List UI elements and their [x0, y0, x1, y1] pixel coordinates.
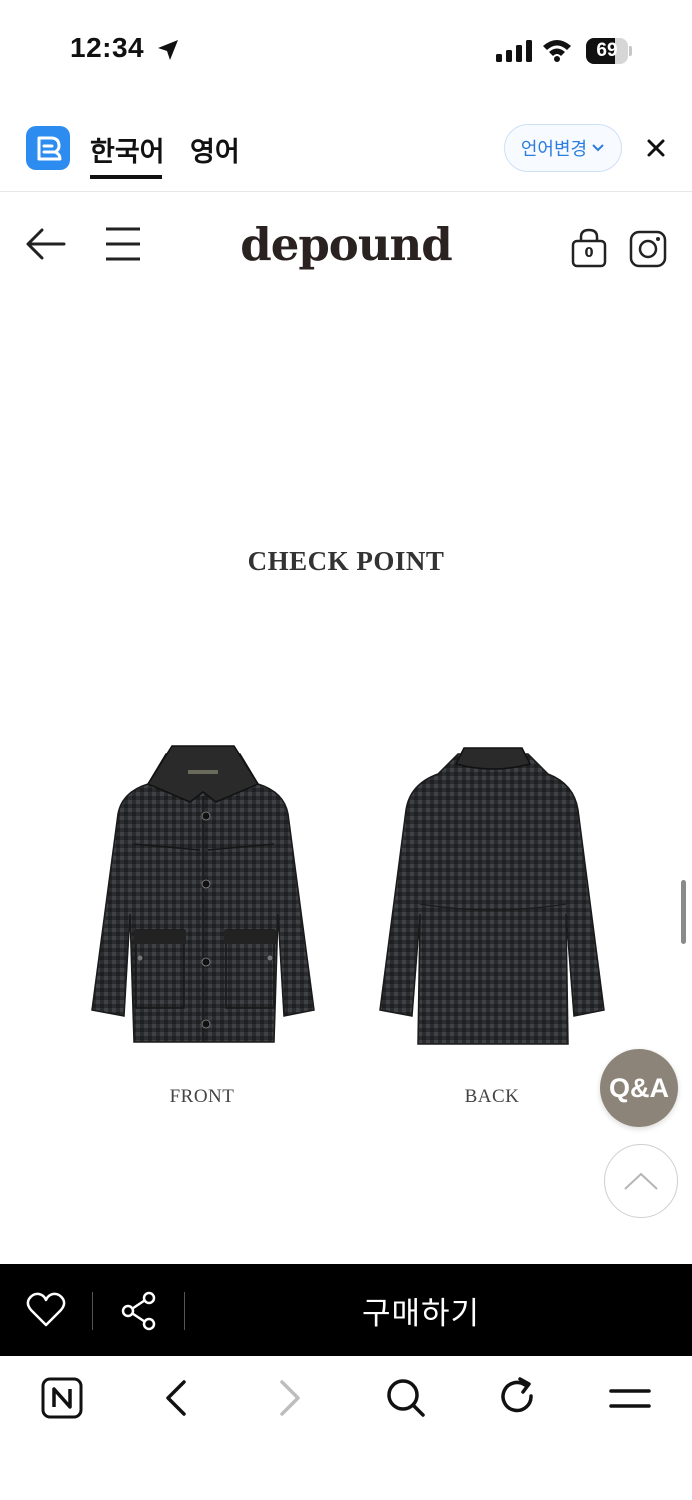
- purchase-bar: 구매하기: [0, 1264, 692, 1356]
- qa-label: Q&A: [609, 1072, 669, 1103]
- tab-english[interactable]: 영어: [190, 130, 240, 169]
- chevron-down-icon: [592, 144, 604, 152]
- close-icon[interactable]: [640, 132, 672, 164]
- naver-home-icon[interactable]: [40, 1376, 84, 1420]
- translator-logo-icon: [26, 126, 70, 170]
- location-arrow-icon: [158, 40, 178, 60]
- browser-menu-icon[interactable]: [608, 1376, 652, 1420]
- reload-icon[interactable]: [496, 1376, 540, 1420]
- buy-button[interactable]: 구매하기: [186, 1288, 656, 1333]
- back-caption: BACK: [464, 1086, 520, 1107]
- jacket-front-image[interactable]: [88, 744, 318, 1048]
- status-bar: 12:34 69: [0, 0, 692, 100]
- translate-bar: 한국어 영어 언어변경: [0, 108, 692, 192]
- section-title: CHECK POINT: [247, 546, 445, 576]
- cart-count: 0: [584, 246, 594, 261]
- front-caption: FRONT: [169, 1086, 235, 1107]
- site-header: depound 0: [0, 192, 692, 302]
- scrollbar-thumb[interactable]: [681, 880, 686, 944]
- change-language-button[interactable]: 언어변경: [504, 124, 622, 172]
- heart-icon[interactable]: [26, 1292, 66, 1328]
- battery-percent: 69: [596, 40, 618, 61]
- browser-forward-icon: [280, 1380, 300, 1416]
- scroll-to-top-button[interactable]: [604, 1144, 678, 1218]
- chevron-up-icon: [624, 1172, 658, 1190]
- divider: [184, 1292, 185, 1330]
- active-tab-indicator: [90, 175, 162, 179]
- battery-icon: 69: [586, 38, 632, 64]
- tab-korean[interactable]: 한국어: [90, 130, 165, 169]
- divider: [92, 1292, 93, 1330]
- status-time: 12:34: [70, 32, 145, 63]
- browser-back-icon[interactable]: [162, 1376, 190, 1420]
- change-language-label: 언어변경: [520, 139, 588, 160]
- jacket-back-image[interactable]: [378, 744, 608, 1048]
- shopping-bag-icon[interactable]: 0: [570, 228, 608, 268]
- signal-icon: [496, 40, 532, 62]
- instagram-icon[interactable]: [629, 230, 667, 268]
- share-icon[interactable]: [120, 1291, 158, 1331]
- browser-nav-bar: [0, 1356, 692, 1500]
- qa-button[interactable]: Q&A: [600, 1049, 678, 1127]
- search-icon[interactable]: [384, 1376, 428, 1420]
- wifi-icon: [543, 40, 571, 62]
